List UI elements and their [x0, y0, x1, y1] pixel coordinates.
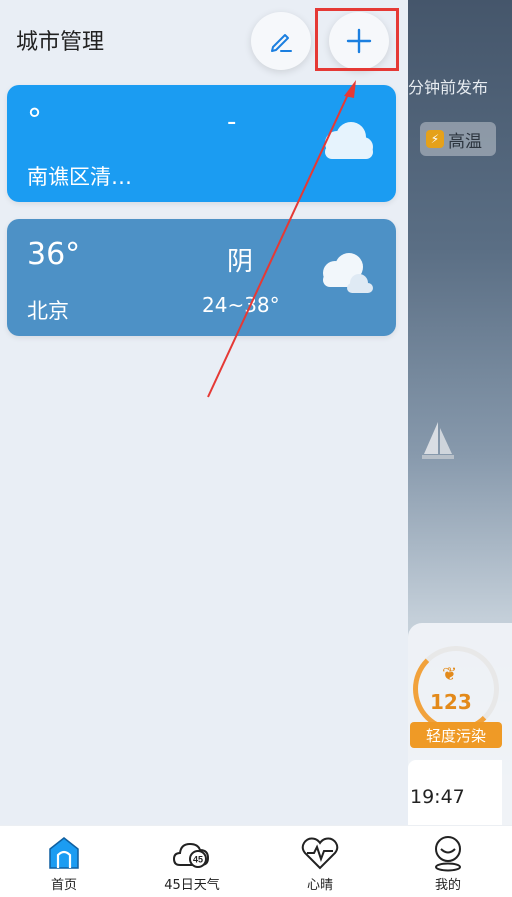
cloud-icon: [325, 122, 373, 159]
aqi-ring: [413, 646, 499, 732]
nav-label: 45日天气: [164, 878, 220, 893]
warning-icon: ⚡: [426, 130, 444, 148]
bottom-navigation: 首页 45 45日天气 心晴 我的: [0, 825, 512, 897]
leaf-icon: ❦: [442, 664, 458, 685]
alert-badge-label: 高温: [448, 131, 482, 152]
city-temp-range: 24~38°: [202, 293, 280, 317]
city-card[interactable]: 36° 阴 北京 24~38°: [7, 219, 396, 336]
nav-item-home[interactable]: 首页: [0, 826, 128, 897]
sailboat-icon: [422, 422, 454, 459]
city-temperature: 36°: [27, 237, 81, 272]
nav-item-45day[interactable]: 45 45日天气: [128, 826, 256, 897]
nav-label: 我的: [434, 878, 461, 893]
aqi-value: 123: [430, 690, 472, 714]
cloud-45-icon: 45: [172, 834, 212, 872]
published-time-text: 分钟前发布: [408, 78, 489, 97]
heart-pulse-icon: [300, 834, 340, 872]
city-condition: 阴: [227, 247, 254, 277]
edit-button[interactable]: [251, 12, 311, 70]
city-temperature: °: [27, 103, 42, 138]
city-management-drawer: 城市管理 ° - 南谯区清… 36° 阴 北京 24~38°: [0, 0, 408, 825]
alert-badge[interactable]: ⚡ 高温: [420, 122, 496, 156]
nav-item-mood[interactable]: 心晴: [256, 826, 384, 897]
profile-icon: [428, 834, 468, 872]
cloudy-icon: [323, 253, 373, 293]
home-icon: [44, 834, 84, 872]
highlight-box: [315, 8, 399, 71]
city-condition: -: [227, 107, 237, 137]
svg-text:45: 45: [193, 855, 203, 865]
city-name: 北京: [27, 299, 69, 323]
aqi-label: 轻度污染: [410, 722, 502, 748]
pencil-icon: [271, 34, 292, 52]
nav-item-profile[interactable]: 我的: [384, 826, 512, 897]
nav-label: 心晴: [306, 878, 333, 893]
nav-label: 首页: [50, 878, 77, 893]
city-name: 南谯区清…: [27, 165, 132, 189]
time-text: 19:47: [410, 786, 465, 808]
page-title: 城市管理: [16, 30, 105, 55]
city-card[interactable]: ° - 南谯区清…: [7, 85, 396, 202]
